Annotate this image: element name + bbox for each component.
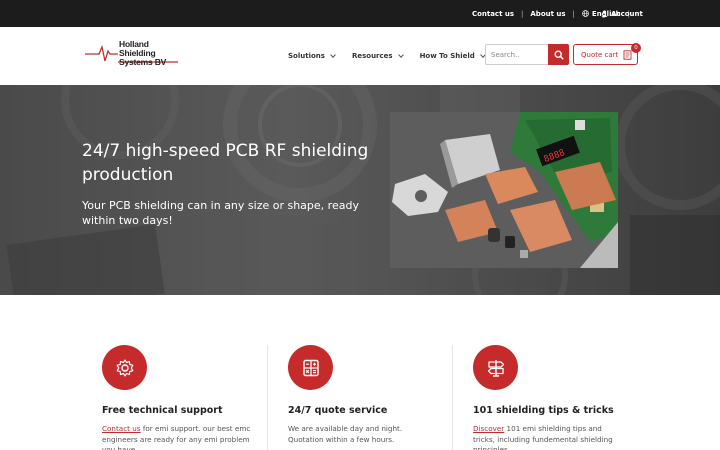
separator: | [572, 9, 575, 18]
feature-quote-service: 24/7 quote service We are available day … [288, 345, 458, 445]
search-icon [553, 49, 564, 60]
feature-title: 101 shielding tips & tricks [473, 405, 614, 416]
hero-banner: 24/7 high-speed PCB RF shielding product… [0, 85, 720, 295]
chevron-down-icon [397, 52, 404, 58]
search-input[interactable] [491, 48, 549, 62]
user-icon [601, 10, 608, 17]
separator: | [521, 9, 524, 18]
divider [452, 345, 453, 450]
logo-text[interactable]: Holland Shielding Systems BV [119, 40, 166, 67]
feature-text: Contact us for emi support. our best emc… [102, 424, 251, 450]
feature-icon-circle [288, 345, 333, 390]
hero-title: 24/7 high-speed PCB RF shielding product… [82, 141, 369, 185]
contact-us-link[interactable]: Contact us [102, 424, 141, 433]
feature-icon-circle [102, 345, 147, 390]
feature-icon-circle [473, 345, 518, 390]
feature-text: Discover 101 emi shielding tips and tric… [473, 424, 613, 450]
hero-subtitle: Your PCB shielding can in any size or sh… [82, 199, 359, 227]
globe-icon [582, 10, 589, 17]
nav-resources[interactable]: Resources [352, 52, 404, 60]
gear-icon [116, 358, 133, 377]
nav-how-to-shield[interactable]: How To Shield [420, 52, 486, 60]
feature-shielding-tips: 101 shielding tips & tricks Discover 101… [473, 345, 643, 450]
signpost-icon [487, 359, 504, 377]
site-header: Holland Shielding Systems BV Solutions R… [0, 27, 720, 85]
chevron-down-icon [330, 52, 336, 58]
feature-title: Free technical support [102, 405, 223, 416]
feature-title: 24/7 quote service [288, 405, 388, 416]
nav-solutions[interactable]: Solutions [288, 52, 336, 60]
features-section: Free technical support Contact us for em… [0, 295, 720, 450]
main-nav: Solutions Resources How To Shield [288, 27, 502, 85]
document-icon [623, 49, 632, 60]
contact-link[interactable]: Contact us [472, 10, 514, 18]
feature-technical-support: Free technical support Contact us for em… [102, 345, 272, 450]
divider [267, 345, 268, 450]
pcb-shielding-product-image: 8888 [390, 112, 618, 268]
discover-link[interactable]: Discover [473, 424, 504, 433]
cart-count-badge: 0 [631, 43, 641, 53]
top-bar: Contact us | About us | English | Accoun… [0, 0, 720, 27]
about-link[interactable]: About us [530, 10, 565, 18]
feature-text: We are available day and night. Quotatio… [288, 424, 403, 444]
account-label: Account [611, 9, 643, 18]
quote-cart-button[interactable]: Quote cart [573, 44, 638, 65]
calculator-icon [302, 359, 319, 376]
search-button[interactable] [548, 44, 569, 65]
quote-cart-label: Quote cart [581, 50, 619, 59]
account-link[interactable]: Account [601, 0, 643, 27]
